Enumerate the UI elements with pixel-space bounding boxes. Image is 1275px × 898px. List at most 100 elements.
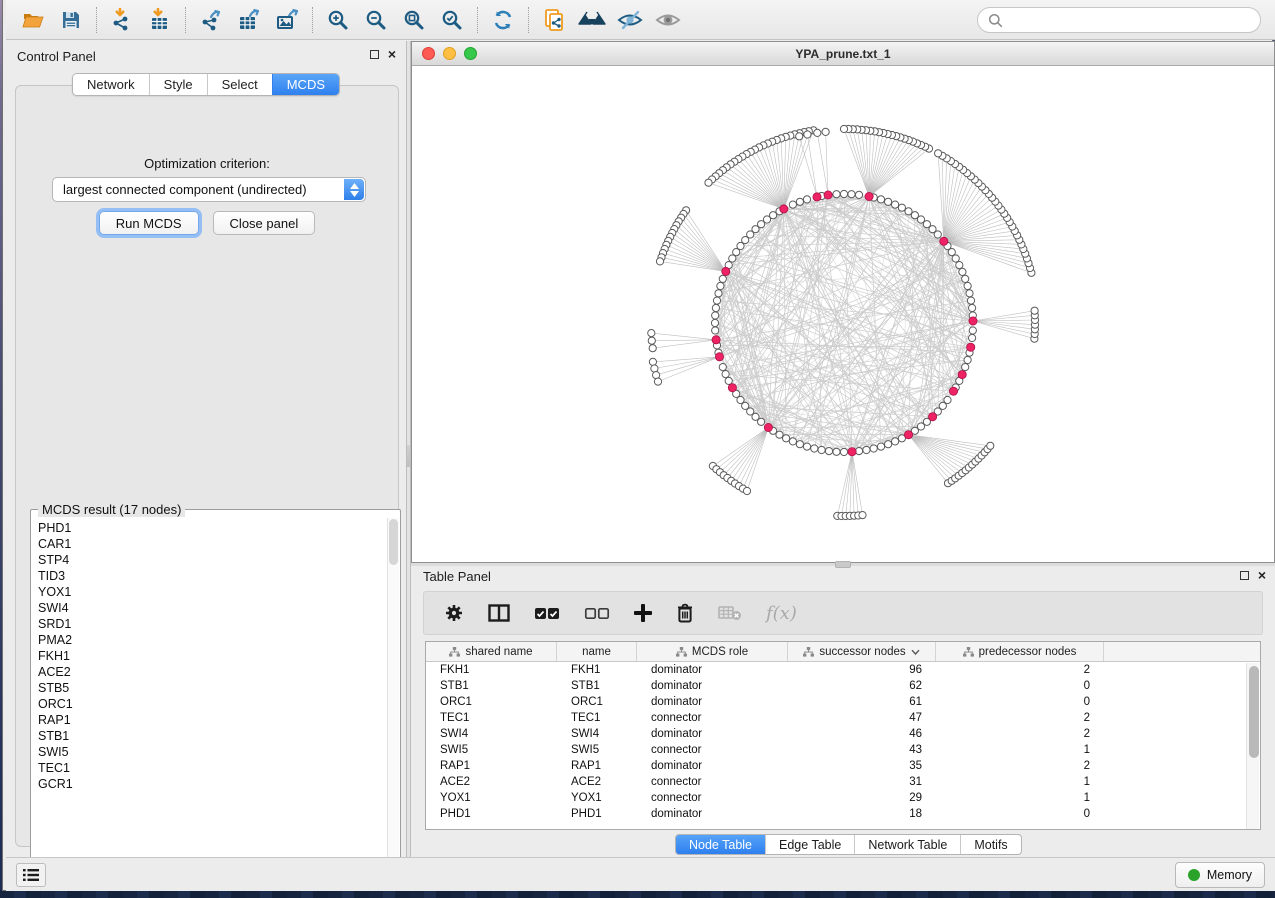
mcds-result-item[interactable]: ACE2 — [38, 664, 387, 680]
table-cell: 29 — [788, 790, 936, 806]
mcds-result-item[interactable]: SRD1 — [38, 616, 387, 632]
mcds-result-item[interactable]: SWI4 — [38, 600, 387, 616]
search-icon — [988, 13, 1003, 28]
tab-style[interactable]: Style — [149, 74, 207, 95]
float-table-panel-icon[interactable] — [1240, 571, 1249, 580]
network-window-titlebar[interactable]: YPA_prune.txt_1 — [412, 42, 1274, 66]
mcds-result-item[interactable]: RAP1 — [38, 712, 387, 728]
column-header-shared-name[interactable]: shared name — [426, 642, 557, 661]
close-panel-icon[interactable]: × — [388, 50, 396, 59]
zoom-fit-icon[interactable] — [395, 4, 433, 36]
table-cell: 47 — [788, 710, 936, 726]
node-table-body: FKH1FKH1dominator962STB1STB1dominator620… — [426, 662, 1260, 822]
toolbar-separator — [185, 7, 186, 33]
maximize-window-icon[interactable] — [464, 47, 477, 60]
mcds-result-item[interactable]: PHD1 — [38, 520, 387, 536]
select-all-icon[interactable] — [534, 607, 560, 620]
refresh-icon[interactable] — [484, 4, 522, 36]
close-window-icon[interactable] — [422, 47, 435, 60]
column-header-name[interactable]: name — [557, 642, 637, 661]
mcds-result-item[interactable]: GCR1 — [38, 776, 387, 792]
mcds-result-item[interactable]: ORC1 — [38, 696, 387, 712]
mcds-result-item[interactable]: STB5 — [38, 680, 387, 696]
mcds-list-scrollbar[interactable] — [387, 518, 399, 879]
import-network-icon[interactable] — [103, 4, 141, 36]
table-settings-icon[interactable] — [444, 603, 464, 623]
table-row[interactable]: YOX1YOX1connector291 — [426, 790, 1260, 806]
mcds-result-item[interactable]: STB1 — [38, 728, 387, 744]
deselect-all-icon[interactable] — [584, 607, 610, 620]
optimization-criterion-dropdown[interactable]: largest connected component (undirected) — [52, 177, 366, 202]
export-table-icon[interactable] — [230, 4, 268, 36]
run-mcds-button[interactable]: Run MCDS — [99, 211, 199, 235]
split-view-icon[interactable] — [488, 604, 510, 622]
column-header-predecessor-nodes[interactable]: predecessor nodes — [936, 642, 1104, 661]
table-row[interactable]: STB1STB1dominator620 — [426, 678, 1260, 694]
tab-edge-table[interactable]: Edge Table — [765, 835, 854, 854]
search-input[interactable] — [1009, 13, 1250, 27]
zoom-in-icon[interactable] — [319, 4, 357, 36]
table-row[interactable]: RAP1RAP1dominator352 — [426, 758, 1260, 774]
mcds-result-item[interactable]: CAR1 — [38, 536, 387, 552]
column-header-filler — [1104, 642, 1260, 661]
search-field[interactable] — [977, 7, 1261, 33]
tab-network-table[interactable]: Network Table — [854, 835, 960, 854]
table-scrollbar[interactable] — [1246, 663, 1259, 829]
zoom-out-icon[interactable] — [357, 4, 395, 36]
close-table-panel-icon[interactable]: × — [1258, 571, 1266, 580]
hide-selected-icon[interactable] — [611, 4, 649, 36]
table-cell: FKH1 — [557, 662, 637, 678]
table-row[interactable]: SWI5SWI5connector431 — [426, 742, 1260, 758]
table-row[interactable]: SWI4SWI4dominator462 — [426, 726, 1260, 742]
show-all-icon[interactable] — [649, 4, 687, 36]
mcds-result-item[interactable]: PMA2 — [38, 632, 387, 648]
table-cell: dominator — [637, 678, 788, 694]
mcds-result-title: MCDS result (17 nodes) — [38, 502, 185, 517]
minimize-window-icon[interactable] — [443, 47, 456, 60]
tab-network[interactable]: Network — [73, 74, 149, 95]
tab-mcds[interactable]: MCDS — [272, 74, 339, 95]
tab-motifs[interactable]: Motifs — [960, 835, 1020, 854]
tab-select[interactable]: Select — [207, 74, 272, 95]
column-header-successor-nodes[interactable]: successor nodes — [788, 642, 936, 661]
table-cell: dominator — [637, 726, 788, 742]
save-session-icon[interactable] — [52, 4, 90, 36]
clone-network-icon[interactable] — [535, 4, 573, 36]
memory-button[interactable]: Memory — [1175, 862, 1265, 888]
float-panel-icon[interactable] — [370, 50, 379, 59]
vertical-splitter[interactable] — [406, 41, 411, 857]
table-cell: FKH1 — [426, 662, 557, 678]
column-header-MCDS-role[interactable]: MCDS role — [637, 642, 788, 661]
close-panel-button[interactable]: Close panel — [213, 211, 316, 235]
open-session-icon[interactable] — [14, 4, 52, 36]
table-row[interactable]: TEC1TEC1connector472 — [426, 710, 1260, 726]
export-image-icon[interactable] — [268, 4, 306, 36]
table-row[interactable]: PHD1PHD1dominator180 — [426, 806, 1260, 822]
mcds-result-list[interactable]: PHD1CAR1STP4TID3YOX1SWI4SRD1PMA2FKH1ACE2… — [32, 518, 387, 879]
table-row[interactable]: ACE2ACE2connector311 — [426, 774, 1260, 790]
mcds-result-item[interactable]: FKH1 — [38, 648, 387, 664]
mcds-result-item[interactable]: YOX1 — [38, 584, 387, 600]
import-table-icon[interactable] — [141, 4, 179, 36]
add-column-icon[interactable] — [634, 604, 652, 622]
control-panel: Control Panel × Optimization criterion: … — [6, 41, 406, 857]
table-cell: STB1 — [557, 678, 637, 694]
mcds-result-item[interactable]: TID3 — [38, 568, 387, 584]
first-neighbors-icon[interactable] — [573, 4, 611, 36]
delete-column-icon[interactable] — [676, 603, 694, 623]
table-row[interactable]: ORC1ORC1dominator610 — [426, 694, 1260, 710]
table-row[interactable]: FKH1FKH1dominator962 — [426, 662, 1260, 678]
tab-node-table[interactable]: Node Table — [676, 835, 765, 854]
table-cell: 2 — [936, 758, 1104, 774]
export-network-icon[interactable] — [192, 4, 230, 36]
network-graph-canvas[interactable] — [412, 66, 1274, 562]
network-view-window: YPA_prune.txt_1 — [411, 41, 1275, 563]
horizontal-splitter[interactable] — [411, 563, 1275, 566]
mcds-result-item[interactable]: TEC1 — [38, 760, 387, 776]
mcds-result-item[interactable]: STP4 — [38, 552, 387, 568]
mcds-result-item[interactable]: SWI5 — [38, 744, 387, 760]
table-cell: 35 — [788, 758, 936, 774]
task-history-button[interactable] — [16, 863, 46, 887]
zoom-selected-icon[interactable] — [433, 4, 471, 36]
toolbar-separator — [96, 7, 97, 33]
